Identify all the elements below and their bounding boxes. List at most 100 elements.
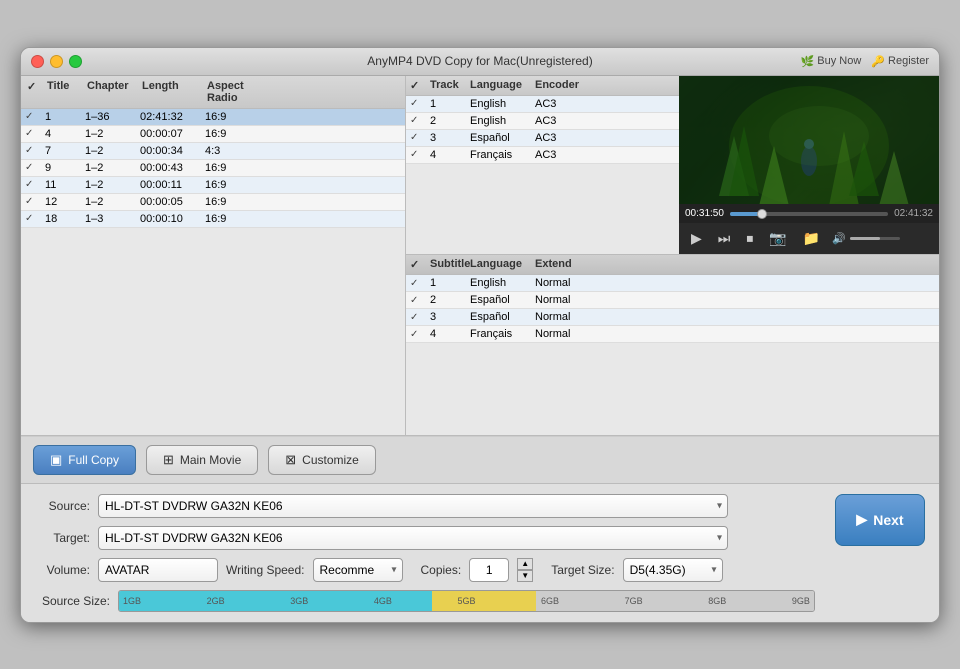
target-size-label: Target Size:	[551, 563, 614, 577]
screenshot-button[interactable]: 📷	[765, 228, 790, 249]
sub-language: Español	[470, 311, 535, 323]
subtitle-row[interactable]: ✓ 2 Español Normal	[406, 292, 939, 309]
full-copy-icon: ▣	[50, 452, 62, 468]
size-tick: 8GB	[708, 596, 726, 606]
table-row[interactable]: ✓ 7 1–2 00:00:34 4:3	[21, 143, 405, 160]
size-tick: 1GB	[123, 596, 141, 606]
next-button[interactable]: ▶ Next	[835, 494, 925, 546]
track-check[interactable]: ✓	[410, 132, 430, 143]
target-select[interactable]: HL-DT-ST DVDRW GA32N KE06	[98, 526, 728, 550]
speed-select[interactable]: Recomme	[313, 558, 403, 582]
customize-icon: ⊠	[285, 452, 296, 468]
next-arrow-icon: ▶	[856, 511, 867, 528]
track-language: English	[470, 98, 535, 110]
table-row[interactable]: ✓ 9 1–2 00:00:43 16:9	[21, 160, 405, 177]
main-content: ✓ Title Chapter Length Aspect Radio ✓ 1 …	[21, 76, 939, 436]
row-chapter: 1–36	[85, 111, 140, 123]
size-tick-labels: 1GB2GB3GB4GB5GB6GB7GB8GB9GB	[119, 591, 814, 611]
table-row[interactable]: ✓ 11 1–2 00:00:11 16:9	[21, 177, 405, 194]
stop-button[interactable]: ⏹	[742, 228, 757, 249]
track-row[interactable]: ✓ 1 English AC3	[406, 96, 679, 113]
close-button[interactable]	[31, 55, 44, 68]
volume-track[interactable]	[850, 237, 900, 240]
subtitle-row[interactable]: ✓ 3 Español Normal	[406, 309, 939, 326]
table-row[interactable]: ✓ 1 1–36 02:41:32 16:9	[21, 109, 405, 126]
copies-spinner: ▲ ▼	[517, 558, 533, 582]
tracks-panel: ✓ Track Language Encoder ✓ 1 English AC3…	[406, 76, 679, 255]
buy-now-link[interactable]: 🌿 Buy Now	[801, 55, 862, 68]
row-chapter: 1–2	[85, 128, 140, 140]
row-aspect: 16:9	[205, 196, 265, 208]
sub-extend: Normal	[535, 311, 595, 323]
customize-button[interactable]: ⊠ Customize	[268, 445, 376, 475]
table-row[interactable]: ✓ 18 1–3 00:00:10 16:9	[21, 211, 405, 228]
source-select[interactable]: HL-DT-ST DVDRW GA32N KE06	[98, 494, 728, 518]
row-check[interactable]: ✓	[25, 111, 45, 122]
track-row[interactable]: ✓ 4 Français AC3	[406, 147, 679, 164]
copies-input[interactable]	[469, 558, 509, 582]
target-size-select[interactable]: D5(4.35G) D9(8.5G)	[623, 558, 723, 582]
size-bar: 1GB2GB3GB4GB5GB6GB7GB8GB9GB	[118, 590, 815, 612]
track-check[interactable]: ✓	[410, 115, 430, 126]
row-check[interactable]: ✓	[25, 145, 45, 156]
subtitle-row[interactable]: ✓ 4 Français Normal	[406, 326, 939, 343]
sub-check[interactable]: ✓	[410, 278, 430, 289]
table-row[interactable]: ✓ 4 1–2 00:00:07 16:9	[21, 126, 405, 143]
row-aspect: 16:9	[205, 162, 265, 174]
sub-extend: Normal	[535, 277, 595, 289]
row-title: 9	[45, 162, 85, 174]
size-tick: 7GB	[625, 596, 643, 606]
register-link[interactable]: 🔑 Register	[871, 55, 929, 68]
right-panel: ✓ Track Language Encoder ✓ 1 English AC3…	[406, 76, 939, 435]
volume-row: Volume: Writing Speed: Recomme ▾ Copies:…	[35, 558, 815, 582]
bottom-fields: Source: HL-DT-ST DVDRW GA32N KE06 ▾ Targ…	[35, 494, 815, 612]
fast-forward-button[interactable]: ⏭	[714, 228, 735, 249]
row-aspect: 16:9	[205, 213, 265, 225]
track-encoder: AC3	[535, 115, 595, 127]
subtitle-row[interactable]: ✓ 1 English Normal	[406, 275, 939, 292]
sub-check[interactable]: ✓	[410, 295, 430, 306]
folder-button[interactable]: 📁	[799, 228, 824, 249]
progress-track[interactable]	[730, 212, 888, 216]
row-title: 11	[45, 179, 85, 191]
track-check[interactable]: ✓	[410, 98, 430, 109]
player-controls: ▶ ⏭ ⏹ 📷 📁 🔊	[679, 223, 939, 254]
main-window: AnyMP4 DVD Copy for Mac(Unregistered) 🌿 …	[20, 47, 940, 623]
track-num: 3	[430, 132, 470, 144]
bottom-panel: Source: HL-DT-ST DVDRW GA32N KE06 ▾ Targ…	[21, 484, 939, 622]
maximize-button[interactable]	[69, 55, 82, 68]
play-button[interactable]: ▶	[687, 228, 706, 249]
sub-num: 4	[430, 328, 470, 340]
copies-down-button[interactable]: ▼	[517, 570, 533, 582]
track-check[interactable]: ✓	[410, 149, 430, 160]
row-check[interactable]: ✓	[25, 213, 45, 224]
row-chapter: 1–2	[85, 196, 140, 208]
row-check[interactable]: ✓	[25, 179, 45, 190]
main-movie-button[interactable]: ⊞ Main Movie	[146, 445, 258, 475]
row-length: 00:00:11	[140, 179, 205, 191]
titlebar: AnyMP4 DVD Copy for Mac(Unregistered) 🌿 …	[21, 48, 939, 76]
volume-label: Volume:	[35, 563, 90, 577]
track-encoder: AC3	[535, 98, 595, 110]
row-title: 7	[45, 145, 85, 157]
track-language: Français	[470, 149, 535, 161]
full-copy-button[interactable]: ▣ Full Copy	[33, 445, 136, 475]
row-check[interactable]: ✓	[25, 128, 45, 139]
row-chapter: 1–2	[85, 145, 140, 157]
sub-num: 2	[430, 294, 470, 306]
track-row[interactable]: ✓ 3 Español AC3	[406, 130, 679, 147]
titlebar-actions: 🌿 Buy Now 🔑 Register	[801, 55, 929, 68]
minimize-button[interactable]	[50, 55, 63, 68]
copies-up-button[interactable]: ▲	[517, 558, 533, 570]
volume-input[interactable]	[98, 558, 218, 582]
tracks-body: ✓ 1 English AC3 ✓ 2 English AC3 ✓ 3 Espa…	[406, 96, 679, 164]
sub-extend: Normal	[535, 294, 595, 306]
row-check[interactable]: ✓	[25, 196, 45, 207]
sub-check[interactable]: ✓	[410, 329, 430, 340]
track-encoder: AC3	[535, 132, 595, 144]
track-row[interactable]: ✓ 2 English AC3	[406, 113, 679, 130]
row-check[interactable]: ✓	[25, 162, 45, 173]
sub-check[interactable]: ✓	[410, 312, 430, 323]
table-row[interactable]: ✓ 12 1–2 00:00:05 16:9	[21, 194, 405, 211]
copy-buttons-bar: ▣ Full Copy ⊞ Main Movie ⊠ Customize	[21, 436, 939, 484]
